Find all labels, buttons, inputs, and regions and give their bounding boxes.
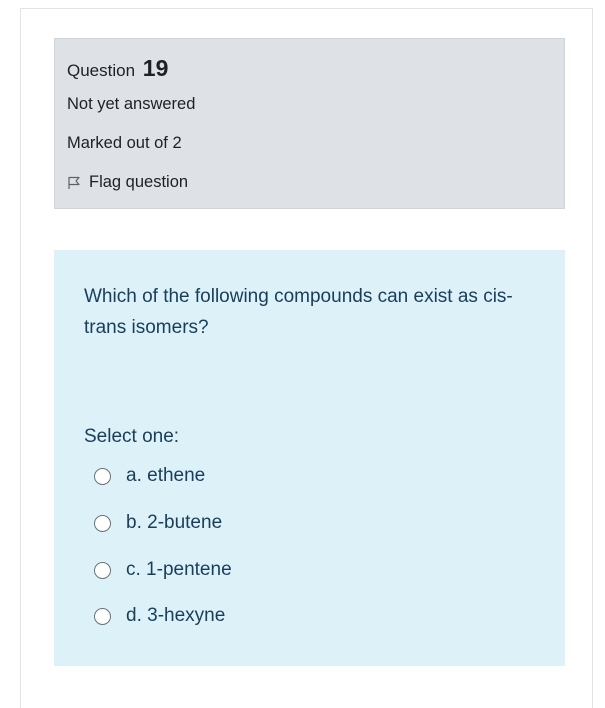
answer-option-a[interactable]: a. ethene	[94, 465, 205, 487]
flag-question-label: Flag question	[89, 173, 189, 191]
radio-button-a[interactable]	[94, 467, 111, 485]
question-text: Which of the following compounds can exi…	[84, 286, 513, 338]
question-content: Which of the following compounds can exi…	[54, 250, 565, 666]
answer-option-label: c. 1-pentene	[126, 559, 232, 580]
question-number-value: 19	[142, 55, 169, 81]
answer-option-d[interactable]: d. 3-hexyne	[94, 605, 225, 627]
flag-question-button[interactable]: Flag question	[67, 173, 188, 192]
answer-prompt: Select one:	[84, 426, 180, 447]
question-state: Not yet answered	[67, 95, 196, 113]
radio-button-c[interactable]	[94, 561, 111, 579]
radio-button-b[interactable]	[94, 514, 111, 532]
question-info-panel: Question 19 Not yet answered Marked out …	[54, 38, 565, 209]
answer-option-label: d. 3-hexyne	[126, 605, 226, 626]
answer-option-c[interactable]: c. 1-pentene	[94, 559, 232, 581]
radio-button-d[interactable]	[94, 607, 111, 625]
question-grade: Marked out of 2	[67, 134, 182, 152]
flag-icon	[68, 176, 80, 189]
answer-option-b[interactable]: b. 2-butene	[94, 512, 222, 534]
question-number: Question 19	[67, 55, 168, 82]
answer-option-label: b. 2-butene	[126, 512, 223, 533]
question-label: Question	[67, 61, 136, 80]
answer-option-label: a. ethene	[126, 465, 206, 486]
